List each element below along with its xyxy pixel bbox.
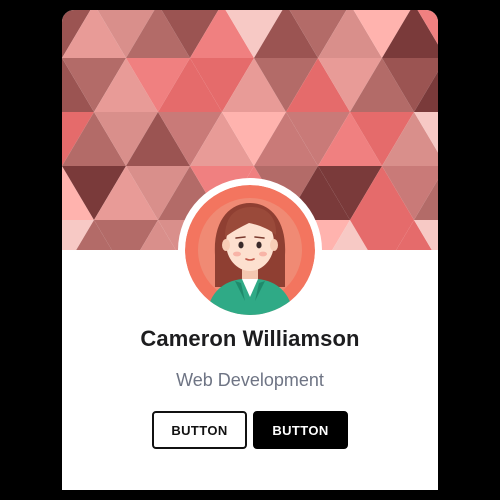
avatar [178, 178, 322, 322]
solid-button[interactable]: BUTTON [253, 411, 348, 449]
action-buttons: BUTTON BUTTON [152, 411, 348, 449]
profile-role: Web Development [176, 370, 324, 390]
profile-name: Cameron Williamson [140, 326, 360, 351]
woman-avatar-icon [185, 185, 315, 315]
outline-button[interactable]: BUTTON [152, 411, 247, 449]
avatar-image [185, 185, 315, 315]
profile-card: Cameron Williamson Web Development BUTTO… [62, 10, 438, 490]
